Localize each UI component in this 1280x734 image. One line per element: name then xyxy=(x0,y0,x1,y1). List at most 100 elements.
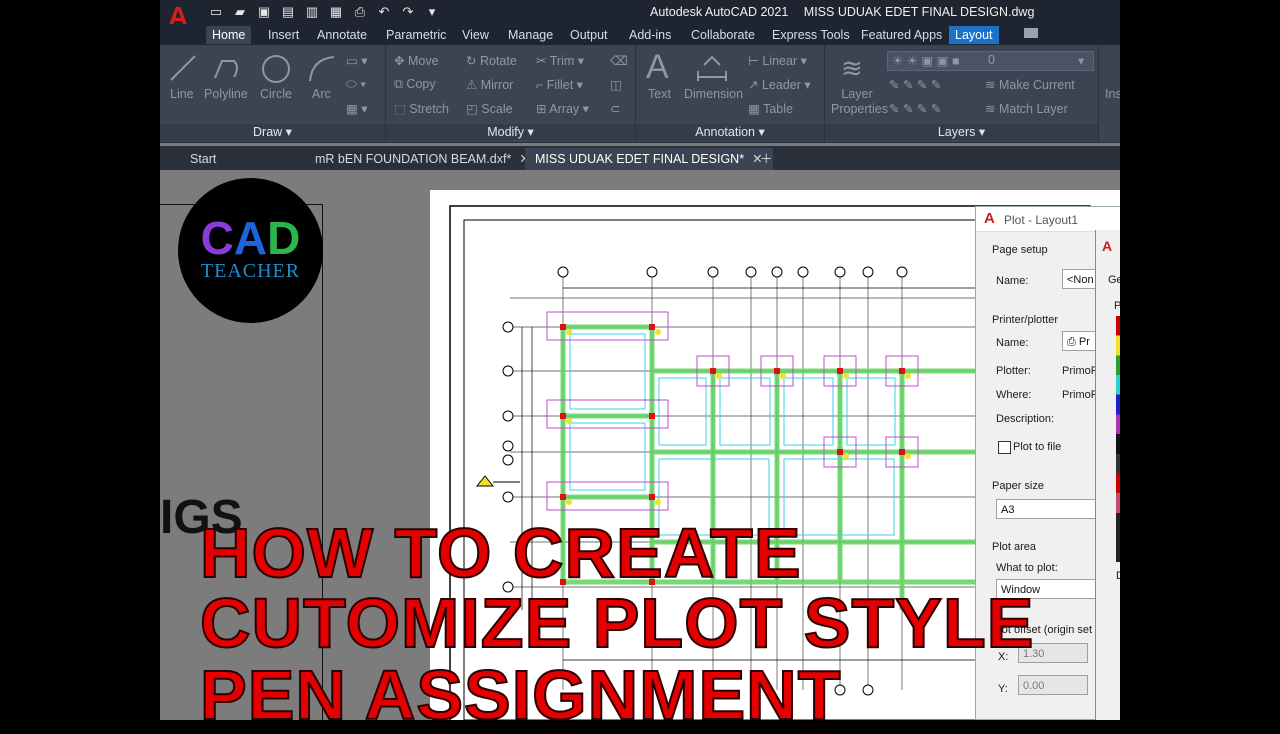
tab-insert[interactable]: Insert xyxy=(262,26,305,44)
autocad-logo-icon: A xyxy=(1102,238,1113,254)
page-setup-label: Page setup xyxy=(992,244,1048,256)
tab-collaborate[interactable]: Collaborate xyxy=(685,26,761,44)
cad-teacher-logo: CAD TEACHER xyxy=(178,178,323,323)
modify-panel: ✥ Move ↻ Rotate ✂ Trim ▾ ⧉ Copy ⚠ Mirror… xyxy=(386,45,636,142)
new-file-icon[interactable]: ▭ xyxy=(208,4,224,19)
trim-tool[interactable]: ✂ Trim ▾ xyxy=(536,53,584,68)
tab-express-tools[interactable]: Express Tools xyxy=(766,26,856,44)
move-icon: ✥ xyxy=(394,54,405,68)
general-tab[interactable]: Ge xyxy=(1108,274,1120,286)
tab-parametric[interactable]: Parametric xyxy=(380,26,452,44)
new-tab-plus-icon[interactable]: ＋ xyxy=(750,148,783,170)
table-tool[interactable]: ▦ Table xyxy=(748,101,793,116)
text-icon[interactable]: A xyxy=(646,49,669,85)
doc-tab-start[interactable]: Start xyxy=(180,148,226,170)
linear-tool[interactable]: ⊢ Linear ▾ xyxy=(748,53,807,68)
modify-panel-title[interactable]: Modify ▾ xyxy=(386,124,635,140)
mirror-icon: ⚠ xyxy=(466,78,478,92)
annotation-panel-title[interactable]: Annotation ▾ xyxy=(636,124,824,140)
tab-annotate[interactable]: Annotate xyxy=(311,26,373,44)
what-to-plot-label: What to plot: xyxy=(996,562,1058,574)
save-as-icon[interactable]: ▤ xyxy=(280,4,296,19)
plot-dialog-titlebar[interactable]: A Plot - Layout1 xyxy=(976,207,1120,232)
layer-tools-row2[interactable]: ✎ ✎ ✎ ✎ xyxy=(889,101,941,116)
copy-tool[interactable]: ⧉ Copy xyxy=(394,77,436,92)
stretch-icon: ⬚ xyxy=(394,102,406,116)
rectangle-icon[interactable]: ▭ ▾ xyxy=(346,53,368,68)
dimension-tool[interactable]: Dimension xyxy=(684,87,743,101)
array-tool[interactable]: ⊞ Array ▾ xyxy=(536,101,589,116)
fillet-tool[interactable]: ⌐ Fillet ▾ xyxy=(536,77,583,92)
arc-tool[interactable]: Arc xyxy=(312,87,331,101)
tab-layout[interactable]: Layout xyxy=(949,26,999,44)
y-label: Y: xyxy=(998,683,1008,695)
ribbon-panel: Line Polyline Circle Arc ▭ ▾ ⬭ ▾ ▦ ▾ Dra… xyxy=(160,45,1120,143)
polyline-tool[interactable]: Polyline xyxy=(204,87,248,101)
tab-featured-apps[interactable]: Featured Apps xyxy=(855,26,948,44)
dimension-icon[interactable] xyxy=(694,55,730,83)
region-icon[interactable]: ▦ ▾ xyxy=(346,101,368,116)
file-name: MISS UDUAK EDET FINAL DESIGN.dwg xyxy=(803,5,1035,19)
overlay-line-1: HOW TO CREATE xyxy=(199,514,802,592)
fillet-icon: ⌐ xyxy=(536,78,544,92)
circle-tool[interactable]: Circle xyxy=(260,87,292,101)
doc-tab-final-design[interactable]: MISS UDUAK EDET FINAL DESIGN* ✕ xyxy=(525,148,773,170)
ribbon-options-icon[interactable] xyxy=(1024,28,1038,38)
leader-tool[interactable]: ↗ Leader ▾ xyxy=(748,77,811,92)
printer-name-label: Name: xyxy=(996,337,1029,349)
layers-panel-title[interactable]: Layers ▾ xyxy=(825,124,1098,140)
title-bar: A ▭ ▰ ▣ ▤ ▥ ▦ ⎙ ↶ ↷ ▾ Autodesk AutoCAD 2… xyxy=(160,0,1120,32)
plot-area-label: Plot area xyxy=(992,541,1037,553)
text-tool[interactable]: Text xyxy=(648,87,671,101)
explode-icon[interactable]: ◫ xyxy=(610,77,622,92)
match-layer-tool[interactable]: ≋ Match Layer xyxy=(985,101,1068,116)
paper-size-label: Paper size xyxy=(992,480,1044,492)
plotter-value: PrimoP xyxy=(1062,365,1099,377)
redo-icon[interactable]: ↷ xyxy=(400,4,416,19)
save-icon[interactable]: ▣ xyxy=(256,4,272,19)
publish-icon[interactable]: ▥ xyxy=(304,4,320,19)
y-offset-input[interactable]: 0.00 xyxy=(1018,675,1088,695)
circle-icon[interactable] xyxy=(260,53,292,85)
quick-access-toolbar: ▭ ▰ ▣ ▤ ▥ ▦ ⎙ ↶ ↷ ▾ xyxy=(208,4,440,19)
undo-icon[interactable]: ↶ xyxy=(376,4,392,19)
right-letterbox xyxy=(1120,0,1280,720)
tab-view[interactable]: View xyxy=(456,26,495,44)
line-icon[interactable] xyxy=(168,53,198,83)
scale-icon: ◰ xyxy=(466,102,478,116)
make-current-tool[interactable]: ≋ Make Current xyxy=(985,77,1075,92)
doc-tab-foundation[interactable]: mR bEN FOUNDATION BEAM.dxf*✕ xyxy=(305,148,540,170)
sheet-icon[interactable]: ▦ xyxy=(328,4,344,19)
stretch-tool[interactable]: ⬚ Stretch xyxy=(394,101,449,116)
scale-tool[interactable]: ◰ Scale xyxy=(466,101,513,116)
layer-properties-icon[interactable]: ≋ xyxy=(841,53,863,84)
plot-style-dialog[interactable]: A Ge P D xyxy=(1095,230,1120,720)
insert-panel-partial[interactable]: Ins xyxy=(1105,87,1120,101)
offset-icon[interactable]: ⊂ xyxy=(610,101,620,116)
arc-icon[interactable] xyxy=(306,53,338,85)
rotate-tool[interactable]: ↻ Rotate xyxy=(466,53,517,68)
line-tool[interactable]: Line xyxy=(170,87,194,101)
tab-add-ins[interactable]: Add-ins xyxy=(623,26,677,44)
tab-output[interactable]: Output xyxy=(564,26,614,44)
trim-icon: ✂ xyxy=(536,54,547,68)
open-folder-icon[interactable]: ▰ xyxy=(232,4,248,19)
polyline-icon[interactable] xyxy=(212,53,242,83)
customize-qat-icon[interactable]: ▾ xyxy=(424,4,440,19)
erase-icon[interactable]: ⌫ xyxy=(610,53,628,68)
layer-properties-tool[interactable]: Layer Properties xyxy=(831,87,888,117)
tab-home[interactable]: Home xyxy=(206,26,252,44)
hatch-icon[interactable]: ⬭ ▾ xyxy=(346,77,366,92)
draw-panel-title[interactable]: Draw ▾ xyxy=(160,124,385,140)
layer-tools-row1[interactable]: ✎ ✎ ✎ ✎ xyxy=(889,77,941,92)
plot-to-file-checkbox[interactable] xyxy=(998,441,1011,454)
copy-icon: ⧉ xyxy=(394,77,403,91)
layer-dropdown[interactable]: ☀ ☀ ▣ ▣ ■ 0 ▾ xyxy=(887,51,1094,71)
cad-logo-text: CAD xyxy=(200,212,301,264)
linear-icon: ⊢ xyxy=(748,54,759,68)
array-icon: ⊞ xyxy=(536,102,547,116)
tab-manage[interactable]: Manage xyxy=(502,26,559,44)
move-tool[interactable]: ✥ Move xyxy=(394,53,439,68)
plot-icon[interactable]: ⎙ xyxy=(352,4,368,19)
mirror-tool[interactable]: ⚠ Mirror xyxy=(466,77,513,92)
